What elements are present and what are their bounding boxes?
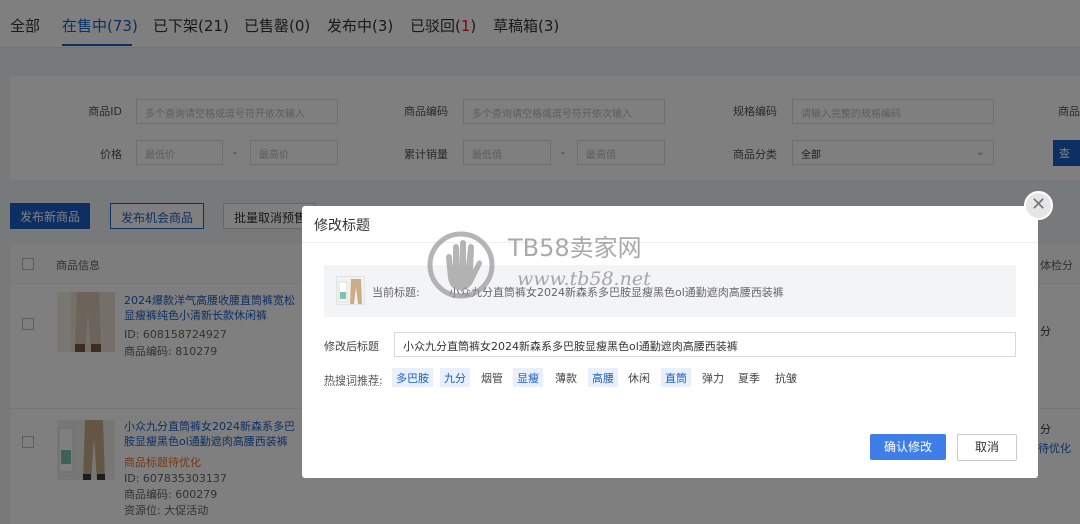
watermark-url: www.tb58.net [517,268,651,290]
hot-word-chip[interactable]: 直筒 [661,368,691,387]
hot-words-label: 热搜词推荐: [324,374,383,387]
new-title-input[interactable]: 小众九分直筒裤女2024新森系多巴胺显瘦黑色ol通勤遮肉高腰西装裤 [394,332,1016,357]
watermark-hand-logo-icon [427,231,495,299]
close-icon[interactable]: ✕ [1024,191,1053,220]
hot-word-chip[interactable]: 高腰 [588,368,618,387]
hot-word-chip[interactable]: 抗皱 [771,368,801,387]
hot-word-chip[interactable]: 烟管 [477,368,507,387]
cancel-button[interactable]: 取消 [957,434,1017,461]
modal-header-divider [302,242,1038,243]
hot-word-chip[interactable]: 多巴胺 [392,368,433,387]
hot-word-chip[interactable]: 弹力 [698,368,728,387]
confirm-button[interactable]: 确认修改 [870,434,946,460]
hot-word-chip[interactable]: 九分 [440,368,470,387]
watermark-text: TB58卖家网 [508,234,642,262]
modal-title: 修改标题 [314,218,370,234]
current-product-thumbnail [336,276,365,305]
current-title-label: 当前标题: [372,286,420,299]
hot-word-chip[interactable]: 休闲 [624,368,654,387]
hot-word-chip[interactable]: 薄款 [551,368,581,387]
hot-word-chip[interactable]: 夏季 [734,368,764,387]
edit-title-modal: 修改标题 当前标题: 小众九分直筒裤女2024新森系多巴胺显瘦黑色ol通勤遮肉高… [302,206,1038,478]
new-title-label: 修改后标题 [324,340,379,353]
hot-word-chip[interactable]: 显瘦 [513,368,543,387]
